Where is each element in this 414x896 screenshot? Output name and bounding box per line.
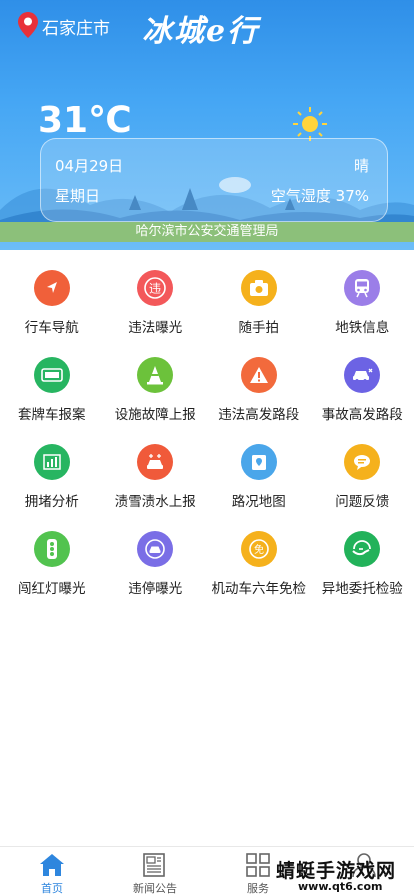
- watermark: 蜻蜓手游戏网 www.qt6.com: [268, 856, 414, 896]
- weather-condition: 晴: [353, 157, 369, 175]
- grid-item-congestion-analysis[interactable]: 拥堵分析: [0, 426, 104, 513]
- nav-home-label: 首页: [41, 882, 63, 895]
- grid-item-label: 机动车六年免检: [211, 581, 307, 597]
- grid-item-label: 地铁信息: [335, 320, 390, 336]
- nav-news-label: 新闻公告: [133, 882, 177, 895]
- license-plate-icon: [33, 357, 70, 393]
- newspaper-icon: [143, 853, 165, 877]
- grid-item-navigation[interactable]: 行车导航: [0, 252, 104, 339]
- grid-item-fake-plate-report[interactable]: 套牌车报案: [0, 339, 104, 426]
- grid-item-red-light-exposure[interactable]: 闯红灯曝光: [0, 513, 104, 600]
- grid-row: 行车导航 违 违法曝光 随手拍 地铁信息: [0, 252, 414, 339]
- camera-icon: [240, 270, 277, 306]
- grid-item-label: 违法曝光: [128, 320, 183, 336]
- agency-banner: 哈尔滨市公安交通管理局: [0, 222, 414, 242]
- grid-item-six-year-exemption[interactable]: 免 机动车六年免检: [207, 513, 311, 600]
- grid-row: 闯红灯曝光 违停曝光 免 机动车六年免检 异地委托检验: [0, 513, 414, 600]
- grid-item-traffic-map[interactable]: 路况地图: [207, 426, 311, 513]
- grid-row: 拥堵分析 渍雪渍水上报 路况地图 问题反馈: [0, 426, 414, 513]
- grid-item-label: 拥堵分析: [24, 494, 79, 510]
- svg-text:违: 违: [149, 282, 161, 296]
- weather-weekday: 星期日: [55, 187, 101, 205]
- warning-icon: [240, 357, 277, 393]
- grid-item-label: 异地委托检验: [321, 581, 403, 597]
- feature-grid: 行车导航 违 违法曝光 随手拍 地铁信息 套牌车报案 设施故障上报 违法高发路段…: [0, 252, 414, 600]
- nav-home[interactable]: 首页: [12, 847, 92, 896]
- grid-item-label: 路况地图: [231, 494, 286, 510]
- weather-date: 04月29日: [55, 157, 124, 175]
- subway-icon: [344, 270, 380, 306]
- grid-item-remote-inspection[interactable]: 异地委托检验: [311, 513, 414, 600]
- violation-icon: 违: [137, 270, 173, 306]
- temperature: 31℃: [38, 100, 132, 141]
- grid-item-accident-hotspots[interactable]: 事故高发路段: [311, 339, 414, 426]
- grid-item-snow-water-report[interactable]: 渍雪渍水上报: [104, 426, 208, 513]
- location-pin-icon[interactable]: [18, 12, 38, 38]
- grid-item-violation-exposure[interactable]: 违 违法曝光: [104, 252, 208, 339]
- grid-row: 套牌车报案 设施故障上报 违法高发路段 事故高发路段: [0, 339, 414, 426]
- svg-text:免: 免: [254, 543, 264, 556]
- traffic-light-icon: [33, 531, 70, 567]
- grid-item-subway[interactable]: 地铁信息: [311, 252, 414, 339]
- weather-humidity: 空气湿度 37%: [270, 187, 369, 205]
- watermark-main: 蜻蜓手游戏网: [276, 860, 397, 882]
- grid-item-label: 随手拍: [238, 320, 280, 336]
- grid-item-snapshot[interactable]: 随手拍: [207, 252, 311, 339]
- chart-analysis-icon: [33, 444, 70, 480]
- top-bar: 石家庄市 冰城e行: [0, 0, 414, 50]
- traffic-cone-icon: [137, 357, 173, 393]
- parking-car-icon: [137, 531, 173, 567]
- grid-item-illegal-parking[interactable]: 违停曝光: [104, 513, 208, 600]
- hero-banner: 石家庄市 冰城e行 31℃ 04月29日 晴 星期日 空气湿度 37% 哈尔滨市…: [0, 0, 414, 250]
- grid-item-label: 渍雪渍水上报: [114, 494, 196, 510]
- city-selector[interactable]: 石家庄市: [42, 14, 110, 39]
- app-logo: 冰城e行: [142, 14, 260, 49]
- grid-item-label: 事故高发路段: [321, 407, 403, 423]
- weather-card: 04月29日 晴 星期日 空气湿度 37%: [40, 138, 388, 222]
- handshake-icon: [344, 531, 380, 567]
- grid-item-label: 闯红灯曝光: [18, 581, 86, 597]
- snow-car-icon: [137, 444, 173, 480]
- grid-item-label: 套牌车报案: [18, 407, 86, 423]
- watermark-url: www.qt6.com: [298, 880, 383, 893]
- grid-item-violation-hotspots[interactable]: 违法高发路段: [207, 339, 311, 426]
- exempt-badge-icon: 免: [240, 531, 277, 567]
- grid-item-label: 设施故障上报: [114, 407, 196, 423]
- navigation-arrow-icon: [33, 270, 70, 306]
- home-icon: [40, 854, 64, 876]
- grid-item-label: 违法高发路段: [218, 407, 300, 423]
- grid-item-label: 行车导航: [24, 320, 79, 336]
- car-crash-icon: [344, 357, 380, 393]
- map-icon: [240, 444, 277, 480]
- feedback-icon: [344, 444, 380, 480]
- grid-item-label: 违停曝光: [128, 581, 183, 597]
- grid-item-feedback[interactable]: 问题反馈: [311, 426, 414, 513]
- grid-item-facility-fault[interactable]: 设施故障上报: [104, 339, 208, 426]
- nav-news[interactable]: 新闻公告: [115, 847, 195, 896]
- grid-item-label: 问题反馈: [335, 494, 390, 510]
